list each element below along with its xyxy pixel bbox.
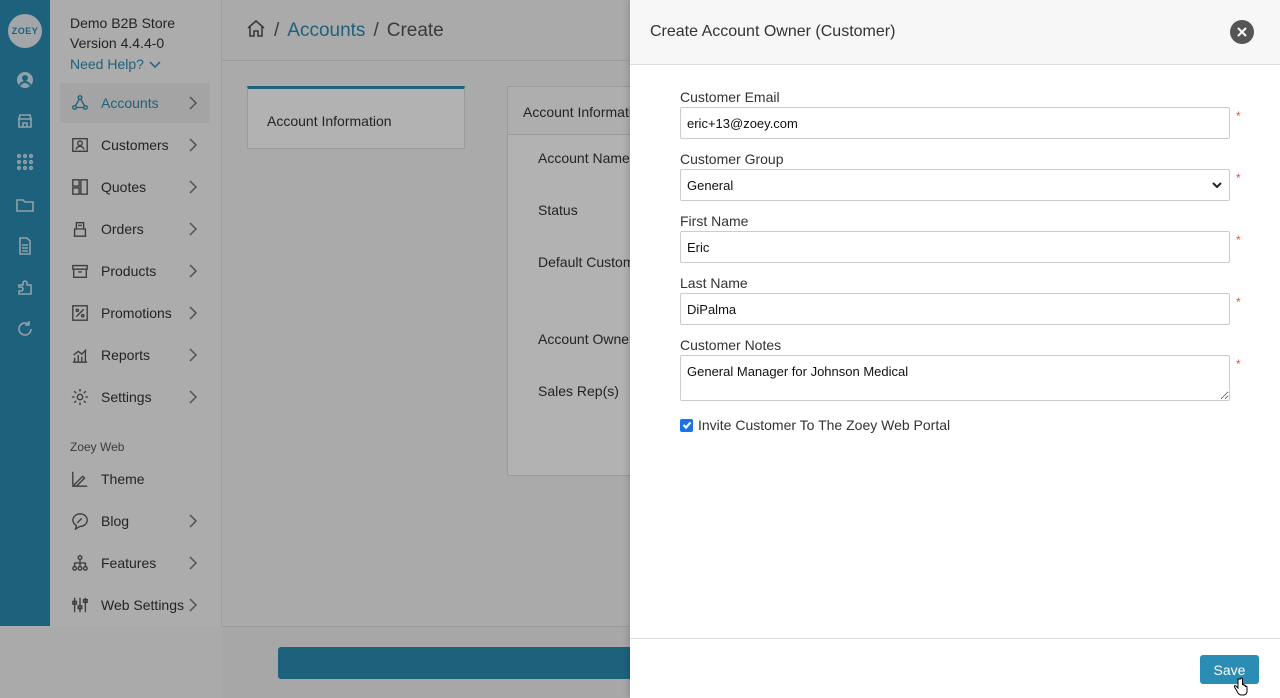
modal-backdrop[interactable] [0,0,630,698]
save-button[interactable]: Save [1200,655,1259,684]
invite-checkbox[interactable] [680,418,693,432]
required-asterisk: * [1236,171,1241,185]
first-name-field[interactable] [680,231,1230,263]
hand-cursor-icon [1233,677,1248,696]
checkmark-icon [682,421,691,430]
close-icon [1237,27,1247,37]
chevron-down-icon [1212,182,1222,189]
create-account-owner-modal: Create Account Owner (Customer) Customer… [630,0,1280,698]
required-asterisk: * [1236,357,1241,371]
close-button[interactable] [1230,20,1254,44]
required-asterisk: * [1236,109,1241,123]
first-name-label: First Name [680,213,749,229]
customer-email-label: Customer Email [680,89,780,105]
last-name-label: Last Name [680,275,748,291]
customer-notes-label: Customer Notes [680,337,782,353]
invite-label: Invite Customer To The Zoey Web Portal [698,417,951,433]
customer-group-value: General [687,177,734,193]
required-asterisk: * [1236,233,1241,247]
required-asterisk: * [1236,295,1241,309]
customer-group-select[interactable]: General [680,169,1230,201]
customer-group-label: Customer Group [680,151,784,167]
modal-title: Create Account Owner (Customer) [650,23,896,40]
invite-customer-option[interactable]: Invite Customer To The Zoey Web Portal [680,417,950,433]
customer-email-field[interactable] [680,107,1230,139]
modal-footer: Save [630,638,1280,698]
customer-notes-textarea[interactable]: General Manager for Johnson Medical [680,355,1230,401]
last-name-field[interactable] [680,293,1230,325]
modal-header: Create Account Owner (Customer) [630,0,1280,65]
